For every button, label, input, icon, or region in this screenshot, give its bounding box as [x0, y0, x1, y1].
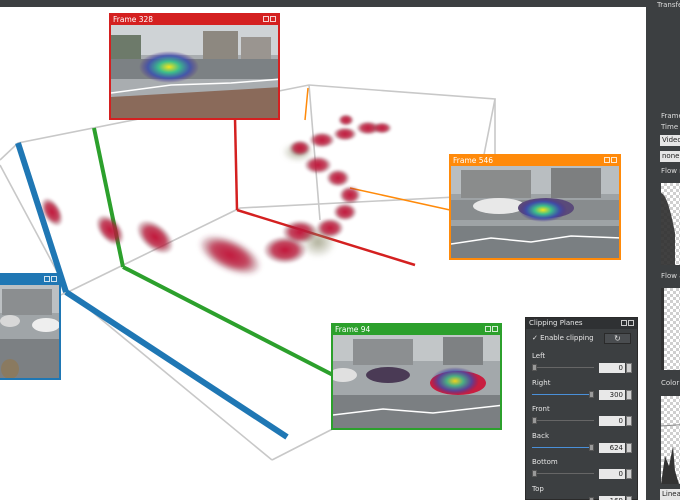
clip-top-value-field[interactable]: 169: [599, 495, 625, 500]
clip-left-value-field[interactable]: 0: [599, 363, 625, 373]
clip-right-slider[interactable]: [532, 390, 594, 400]
video-dropdown[interactable]: Video: [660, 135, 680, 146]
slider-handle[interactable]: [589, 496, 594, 500]
transfer-panel-title: Transfe: [657, 1, 680, 9]
frame-blue-window[interactable]: [0, 273, 61, 380]
clip-back-slider[interactable]: [532, 443, 594, 453]
clip-front-label: Front: [532, 405, 550, 413]
enable-clipping-checkbox[interactable]: ✓ Enable clipping: [532, 334, 594, 342]
frame-94-image: [333, 335, 500, 428]
clip-left-label: Left: [532, 352, 546, 360]
color-label: Color: [661, 379, 680, 387]
reset-icon[interactable]: ↻: [604, 333, 631, 344]
color-histogram[interactable]: [660, 396, 680, 484]
car-trajectory: [40, 114, 392, 276]
float-icon[interactable]: [44, 276, 50, 282]
clip-back-value-field[interactable]: 624: [599, 442, 625, 453]
flow-histogram-1[interactable]: [661, 183, 680, 265]
frame-328-title: Frame 328: [111, 15, 278, 25]
clip-top-label: Top: [532, 484, 544, 493]
frame-blue-image: [0, 285, 59, 378]
spinner-arrows-icon[interactable]: [626, 363, 632, 373]
slider-handle[interactable]: [589, 390, 594, 398]
clip-front-value-field[interactable]: 0: [599, 416, 625, 426]
close-icon[interactable]: [628, 320, 634, 326]
clip-top-slider[interactable]: [532, 496, 594, 500]
window-top-bar: [0, 0, 680, 7]
clip-bottom-label: Bottom: [532, 458, 558, 466]
frame-94-window[interactable]: Frame 94: [331, 323, 502, 430]
frame-328-window[interactable]: Frame 328: [109, 13, 280, 120]
frame-label: Frame: [661, 112, 680, 120]
clip-left-slider[interactable]: [532, 363, 594, 373]
close-icon[interactable]: [270, 16, 276, 22]
frame-546-image: [451, 166, 619, 258]
clip-bottom-slider[interactable]: [532, 469, 594, 479]
spinner-arrows-icon[interactable]: [626, 389, 632, 400]
clipping-planes-panel[interactable]: Clipping Planes ✓ Enable clipping ↻ Left…: [525, 317, 638, 500]
clip-back-label: Back: [532, 431, 549, 440]
float-icon[interactable]: [485, 326, 491, 332]
axis-orange-frame-546: [304, 87, 451, 211]
3d-volume-viewport[interactable]: Frame 328 Frame 546 Frame 94 Clipping Pl…: [0, 7, 646, 500]
frame-546-window[interactable]: Frame 546: [449, 154, 621, 260]
frame-546-title: Frame 546: [451, 156, 619, 166]
float-icon[interactable]: [263, 16, 269, 22]
transfer-function-panel[interactable]: Transfe Frame Time s Video none Flow n F…: [646, 0, 680, 500]
spinner-arrows-icon[interactable]: [626, 495, 632, 500]
clip-bottom-value-field[interactable]: 0: [599, 469, 625, 479]
flow-label-1: Flow n: [661, 167, 680, 175]
clip-right-label: Right: [532, 378, 551, 387]
interpolation-dropdown[interactable]: Linea: [660, 489, 680, 500]
clip-right-value-field[interactable]: 300: [599, 389, 625, 400]
time-label: Time s: [661, 123, 680, 131]
flow-label-2: Flow a: [661, 272, 680, 280]
slider-handle[interactable]: [532, 470, 537, 477]
float-icon[interactable]: [621, 320, 627, 326]
frame-328-image: [111, 25, 278, 118]
close-icon[interactable]: [611, 157, 617, 163]
spinner-arrows-icon[interactable]: [626, 469, 632, 479]
slider-handle[interactable]: [532, 364, 537, 371]
flow-histogram-2[interactable]: [661, 288, 680, 370]
slider-handle[interactable]: [589, 443, 594, 451]
close-icon[interactable]: [492, 326, 498, 332]
close-icon[interactable]: [51, 276, 57, 282]
frame-94-title: Frame 94: [333, 325, 500, 335]
clip-front-slider[interactable]: [532, 416, 594, 426]
spinner-arrows-icon[interactable]: [626, 442, 632, 453]
float-icon[interactable]: [604, 157, 610, 163]
slider-handle[interactable]: [532, 417, 537, 424]
spinner-arrows-icon[interactable]: [626, 416, 632, 426]
none-dropdown[interactable]: none: [660, 151, 680, 162]
